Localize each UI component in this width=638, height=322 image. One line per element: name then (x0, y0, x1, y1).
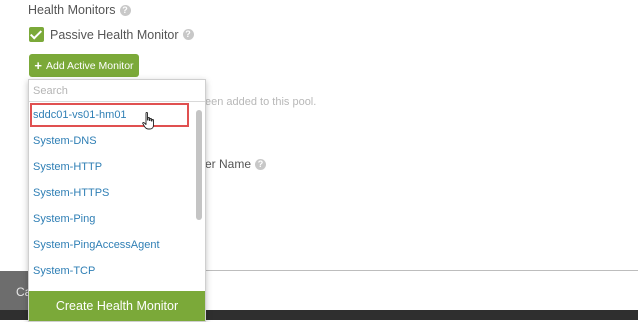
health-monitors-title: Health Monitors (28, 3, 116, 17)
help-icon[interactable]: ? (255, 159, 267, 171)
monitor-item-sddc01-vs01-hm01[interactable]: sddc01-vs01-hm01 (29, 102, 190, 128)
passive-health-monitor-row: Passive Health Monitor ? (29, 26, 194, 43)
help-icon[interactable]: ? (182, 29, 194, 40)
monitor-list: sddc01-vs01-hm01 System-DNS System-HTTP … (29, 102, 193, 284)
scrollbar-thumb[interactable] (196, 110, 202, 220)
monitor-item-system-tcp[interactable]: System-TCP (29, 258, 193, 284)
server-name-label: er Name? (205, 157, 267, 171)
server-name-label-text: er Name (205, 157, 252, 171)
scrollbar[interactable] (194, 104, 204, 290)
monitor-item-system-https[interactable]: System-HTTPS (29, 180, 193, 206)
monitor-item-system-dns[interactable]: System-DNS (29, 128, 193, 154)
footer-bar (205, 310, 638, 320)
passive-health-monitor-checkbox[interactable] (29, 27, 44, 42)
divider (205, 270, 638, 271)
monitor-item-system-http[interactable]: System-HTTP (29, 154, 193, 180)
footer-bar-left (0, 310, 30, 320)
hand-cursor-icon (142, 112, 154, 130)
help-icon[interactable]: ? (119, 5, 131, 17)
add-active-monitor-button[interactable]: + Add Active Monitor (29, 54, 139, 77)
passive-health-monitor-label: Passive Health Monitor (50, 27, 179, 42)
monitor-search-input[interactable] (29, 80, 205, 102)
create-health-monitor-button[interactable]: Create Health Monitor (29, 291, 205, 321)
add-active-monitor-label: Add Active Monitor (46, 59, 134, 72)
monitor-item-system-ping[interactable]: System-Ping (29, 206, 193, 232)
monitor-item-system-pingaccessagent[interactable]: System-PingAccessAgent (29, 232, 193, 258)
pool-monitors-empty-text: een added to this pool. (205, 96, 317, 108)
health-monitors-heading: Health Monitors? (28, 3, 131, 17)
plus-icon: + (34, 58, 43, 73)
active-monitor-dropdown: sddc01-vs01-hm01 System-DNS System-HTTP … (28, 79, 206, 322)
